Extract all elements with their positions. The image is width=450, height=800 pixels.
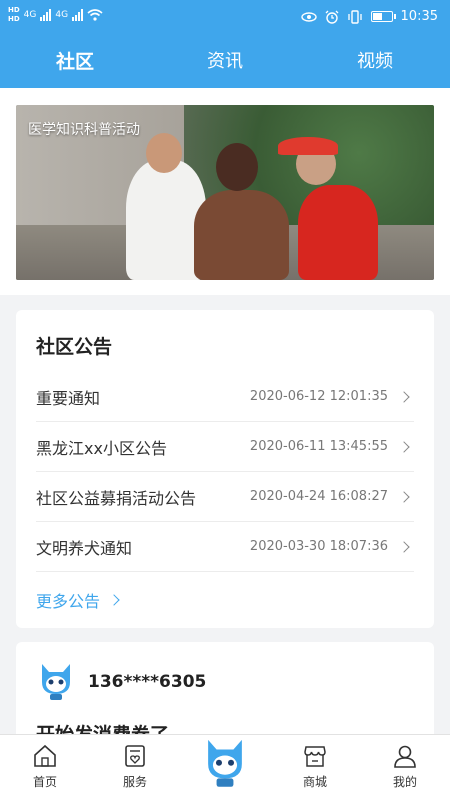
tab-video[interactable]: 视频: [300, 36, 450, 88]
nav-mine[interactable]: 我的: [360, 735, 450, 800]
wifi-icon: [87, 9, 103, 21]
network-label-1: 4G: [23, 10, 37, 20]
chevron-right-icon: [108, 594, 120, 606]
notice-item[interactable]: 黑龙江xx小区公告 2020-06-11 13:45:55: [36, 422, 414, 472]
mascot-icon: [208, 739, 242, 787]
notice-item-date: 2020-06-11 13:45:55: [249, 439, 388, 454]
battery-icon: [370, 11, 396, 22]
banner-image[interactable]: 医学知识科普活动: [16, 105, 434, 280]
status-bar: HD HD 4G 4G 10:35: [0, 0, 450, 36]
signal-icon: [72, 9, 84, 21]
network-label-2: 4G: [55, 10, 69, 20]
nav-shop-label: 商城: [302, 775, 327, 789]
chevron-right-icon: [398, 490, 410, 503]
notice-item[interactable]: 社区公益募捐活动公告 2020-04-24 16:08:27: [36, 472, 414, 522]
nav-service[interactable]: 服务: [90, 735, 180, 800]
nav-home-label: 首页: [32, 775, 57, 789]
notice-item-date: 2020-03-30 18:07:36: [249, 539, 388, 554]
signal-icon: [40, 9, 52, 21]
notice-item[interactable]: 文明养犬通知 2020-03-30 18:07:36: [36, 522, 414, 572]
avatar: [42, 664, 70, 700]
chevron-right-icon: [398, 390, 410, 403]
notice-item-date: 2020-06-12 12:01:35: [249, 389, 388, 404]
chevron-right-icon: [398, 440, 410, 453]
notice-list: 重要通知 2020-06-12 12:01:35 黑龙江xx小区公告 2020-…: [36, 372, 414, 572]
clock-time: 10:35: [400, 9, 438, 24]
nav-shop[interactable]: 商城: [270, 735, 360, 800]
home-icon: [34, 744, 56, 767]
user-phone: 136****6305: [88, 672, 207, 692]
notice-card: 社区公告 重要通知 2020-06-12 12:01:35 黑龙江xx小区公告 …: [16, 310, 434, 628]
notice-item[interactable]: 重要通知 2020-06-12 12:01:35: [36, 372, 414, 422]
chevron-right-icon: [398, 540, 410, 553]
notice-item-title: 社区公益募捐活动公告: [36, 488, 197, 508]
banner-caption: 医学知识科普活动: [28, 122, 140, 138]
notice-item-date: 2020-04-24 16:08:27: [249, 489, 388, 504]
notice-item-title: 重要通知: [36, 388, 101, 408]
more-notices-link[interactable]: 更多公告: [36, 588, 124, 612]
nav-mine-label: 我的: [392, 775, 417, 789]
nav-center[interactable]: [180, 735, 270, 800]
tab-community[interactable]: 社区: [0, 36, 150, 88]
bottom-nav: 首页 服务 商城 我的: [0, 734, 450, 800]
notice-title: 社区公告: [36, 336, 113, 358]
banner-section: 医学知识科普活动: [0, 88, 450, 295]
nav-home[interactable]: 首页: [0, 735, 90, 800]
nav-service-label: 服务: [122, 775, 147, 789]
service-icon: [125, 745, 145, 767]
tab-news[interactable]: 资讯: [150, 36, 300, 88]
user-icon: [394, 745, 416, 768]
shop-icon: [304, 746, 326, 767]
top-tab-bar: 社区 资讯 视频: [0, 36, 450, 88]
more-notices-label: 更多公告: [36, 592, 101, 611]
notice-item-title: 文明养犬通知: [36, 538, 133, 558]
notice-item-title: 黑龙江xx小区公告: [36, 438, 167, 458]
hd-indicator: HD HD: [8, 6, 20, 23]
alarm-icon: [325, 10, 338, 24]
eye-icon: [300, 11, 317, 22]
vibrate-icon: [347, 9, 362, 24]
